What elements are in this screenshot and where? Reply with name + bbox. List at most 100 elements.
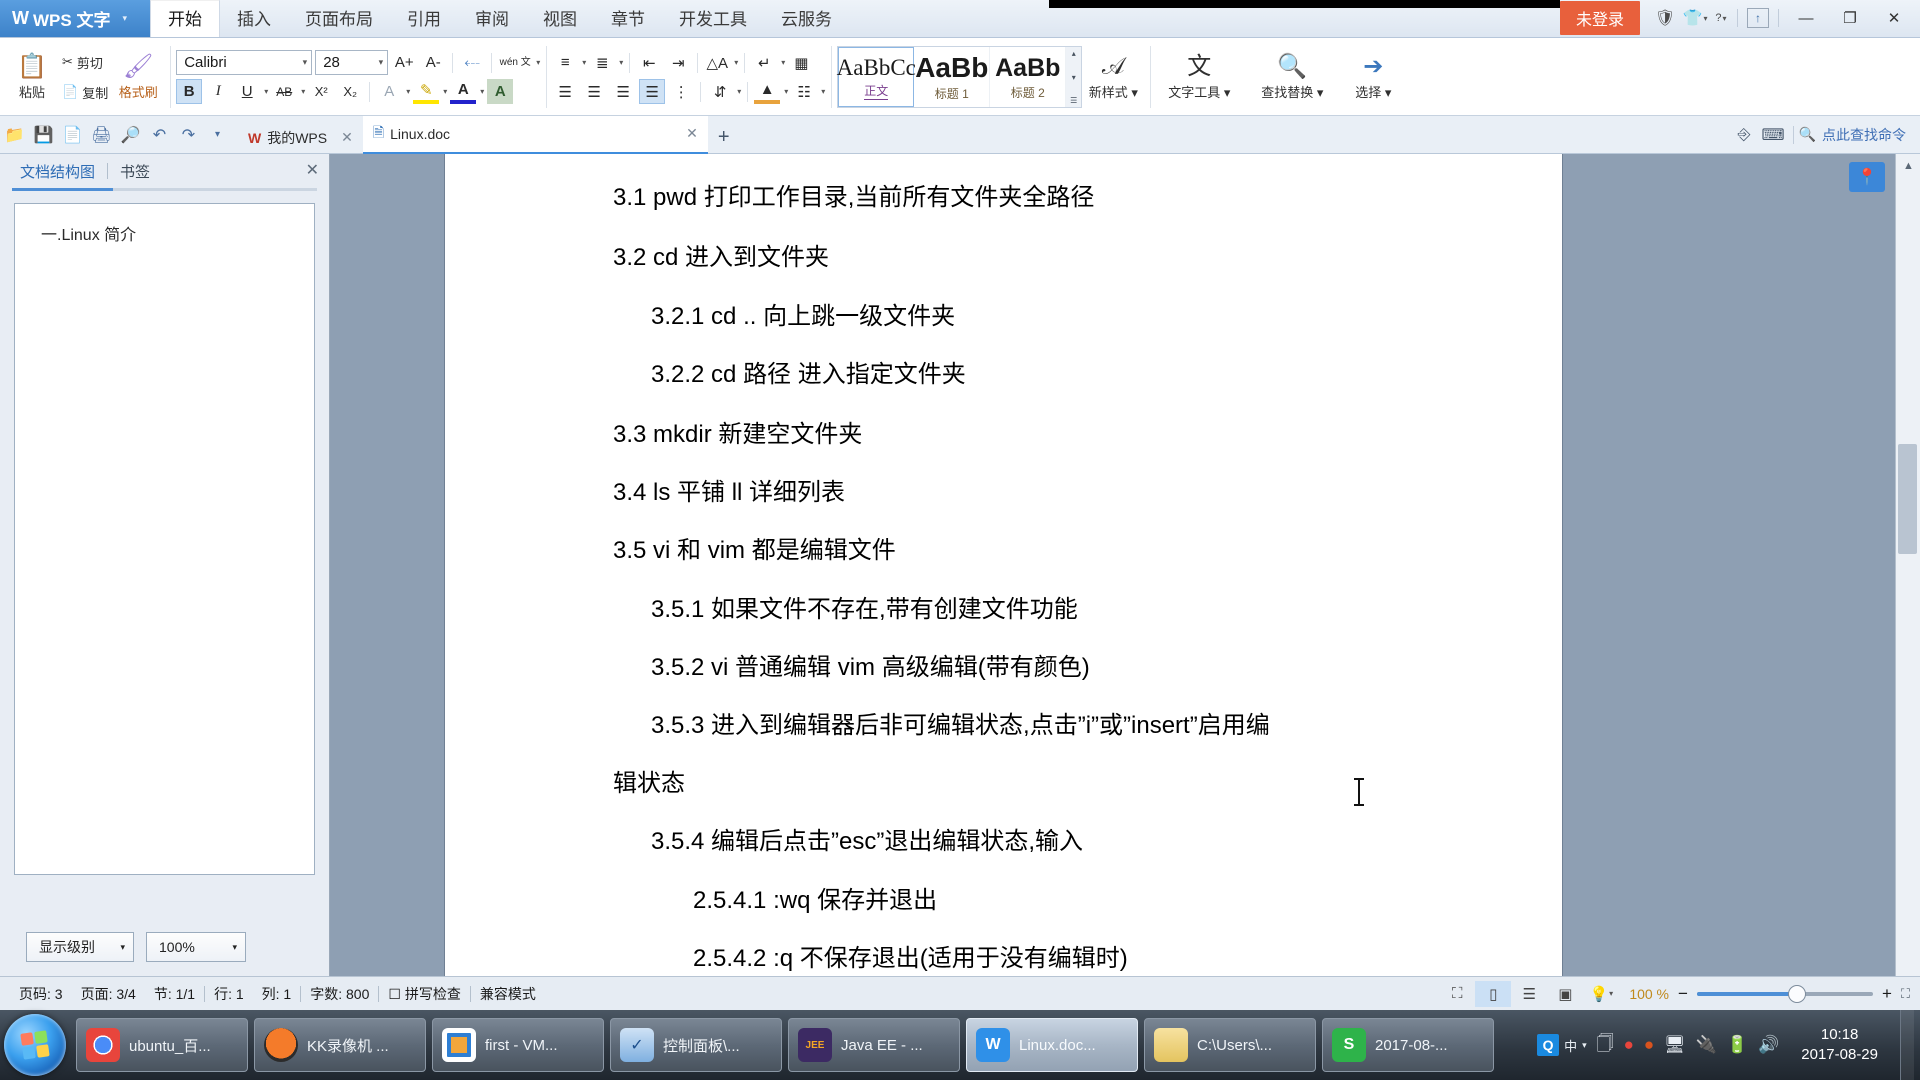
close-icon[interactable]: ✕ [306, 160, 319, 180]
shirt-icon[interactable]: 👕 ▾ [1680, 0, 1710, 37]
volume-icon[interactable]: 🔊 [1758, 1035, 1779, 1055]
zoom-slider-knob[interactable] [1788, 984, 1807, 1003]
new-tab-button[interactable]: + [708, 122, 740, 154]
print-icon[interactable]: 🖨 [87, 116, 116, 154]
char-shading-button[interactable]: A [487, 79, 514, 104]
close-icon[interactable]: ✕ [341, 129, 353, 146]
italic-button[interactable]: I [205, 79, 231, 104]
web-view-icon[interactable]: ▣ [1547, 981, 1583, 1007]
upload-icon[interactable]: ↑ [1743, 0, 1773, 37]
font-size-combo[interactable]: 28 ▾ [315, 50, 389, 75]
qq-icon[interactable]: ● [1624, 1035, 1634, 1055]
fit-page-icon[interactable]: ⛶ [1901, 986, 1910, 1002]
find-command-box[interactable]: 🔍 点此查找命令 [1799, 125, 1920, 145]
align-right-icon[interactable]: ☰ [610, 79, 636, 104]
chevron-down-icon[interactable]: ▾ [480, 87, 484, 96]
align-center-icon[interactable]: ☰ [581, 79, 607, 104]
align-left-icon[interactable]: ☰ [552, 79, 578, 104]
taskbar-item-explorer[interactable]: C:\Users\... [1144, 1018, 1316, 1072]
copy-button[interactable]: 📄 复制 [58, 79, 112, 105]
outline-view-icon[interactable]: ☰ [1511, 981, 1547, 1007]
clock[interactable]: 10:18 2017-08-29 [1789, 1025, 1890, 1066]
scroll-down-icon[interactable]: ▾ [1072, 73, 1076, 82]
app-switch-icon[interactable]: 🗍 [1597, 1031, 1614, 1060]
chevron-down-icon[interactable]: ▾ [1582, 1040, 1587, 1051]
chevron-down-icon[interactable]: ▾ [781, 58, 785, 67]
ime-indicator[interactable]: Q 中 ▾ [1537, 1034, 1587, 1056]
paste-button[interactable]: 📋 粘贴 [6, 42, 58, 112]
save-icon[interactable]: 💾 [29, 116, 58, 154]
zoom-in-button[interactable]: + [1882, 984, 1892, 1004]
taskbar-item-eclipse[interactable]: JEE Java EE - ... [788, 1018, 960, 1072]
subscript-button[interactable]: X₂ [337, 79, 363, 104]
underline-button[interactable]: U [234, 79, 260, 104]
taskbar-item-vmware[interactable]: first - VM... [432, 1018, 604, 1072]
document-map-list[interactable]: 一.Linux 简介 [14, 203, 315, 875]
menu-tab-view[interactable]: 视图 [526, 3, 594, 37]
chevron-down-icon[interactable]: ▾ [264, 87, 268, 96]
expand-gallery-icon[interactable]: ☰ [1070, 96, 1077, 105]
new-style-button[interactable]: 𝒜 新样式 ▾ [1082, 42, 1144, 112]
start-button[interactable] [4, 1014, 66, 1076]
minimize-button[interactable]: — [1784, 0, 1828, 37]
bullet-list-icon[interactable]: ≡ [552, 50, 578, 75]
menu-tab-start[interactable]: 开始 [150, 0, 220, 37]
taskbar-item-wps-linux-doc[interactable]: W Linux.doc... [966, 1018, 1138, 1072]
style-gallery-scroll[interactable]: ▴ ▾ ☰ [1066, 47, 1082, 107]
chevron-down-icon[interactable]: ▾ [536, 58, 540, 67]
increase-indent-icon[interactable]: ⇥ [665, 50, 691, 75]
grow-font-button[interactable]: A+ [391, 50, 417, 75]
page-view-icon[interactable]: ▯ [1475, 980, 1512, 1007]
status-spellcheck[interactable]: ☐ 拼写检查 [379, 984, 469, 1004]
superscript-button[interactable]: X² [308, 79, 334, 104]
font-family-combo[interactable]: Calibri ▾ [176, 50, 313, 75]
redo-icon[interactable]: ↷ [174, 116, 203, 154]
chevron-down-icon[interactable]: ▾ [737, 87, 741, 96]
menu-tab-page-layout[interactable]: 页面布局 [288, 3, 390, 37]
nav-zoom-dropdown[interactable]: 100% ▾ [146, 932, 246, 962]
sort-icon[interactable]: △A [704, 50, 730, 75]
taskbar-item-control-panel[interactable]: ✓ 控制面板\... [610, 1018, 782, 1072]
cut-button[interactable]: ✂ 剪切 [58, 49, 112, 75]
scroll-thumb[interactable] [1898, 444, 1917, 554]
chevron-down-icon[interactable]: ▾ [821, 87, 825, 96]
scroll-up-icon[interactable]: ▴ [1072, 49, 1076, 58]
reading-view-icon[interactable]: 💡 ▾ [1583, 981, 1619, 1007]
network-screen-icon[interactable]: 🖥 [1664, 1035, 1686, 1055]
location-pin-icon[interactable]: 📍 [1849, 162, 1885, 192]
chevron-down-icon[interactable]: ▾ [301, 87, 305, 96]
restore-button[interactable]: ❐ [1828, 0, 1872, 37]
shield-icon[interactable]: 🛡 [1650, 0, 1680, 37]
shading-icon[interactable]: ▲ [754, 79, 781, 104]
status-word-count[interactable]: 字数: 800 [301, 984, 378, 1004]
char-border-button[interactable]: A [376, 79, 402, 104]
nav-tab-document-map[interactable]: 文档结构图 [12, 161, 103, 182]
clear-format-icon[interactable]: ⤎ [459, 50, 485, 75]
text-tools-button[interactable]: 文 文字工具 ▾ [1156, 42, 1242, 112]
touch-mode-icon[interactable]: ⎆ [1730, 116, 1759, 154]
app-logo-badge[interactable]: W WPS 文字 ▾ [0, 0, 150, 37]
chevron-down-icon[interactable]: ▾ [406, 87, 410, 96]
taskbar-item-chrome[interactable]: ubuntu_百... [76, 1018, 248, 1072]
menu-tab-section[interactable]: 章节 [594, 3, 662, 37]
taskbar-item-sogou[interactable]: S 2017-08-... [1322, 1018, 1494, 1072]
close-icon[interactable]: ✕ [686, 125, 698, 142]
show-desktop-button[interactable] [1900, 1010, 1914, 1080]
document-map-item[interactable]: 一.Linux 简介 [15, 216, 314, 250]
menu-tab-insert[interactable]: 插入 [220, 3, 288, 37]
usb-icon[interactable]: 🔌 [1696, 1035, 1717, 1055]
taskbar-item-kk-recorder[interactable]: KK录像机 ... [254, 1018, 426, 1072]
paragraph-marks-icon[interactable]: ↵ [751, 50, 777, 75]
align-distributed-icon[interactable]: ⋮ [668, 79, 694, 104]
borders-icon[interactable]: ▦ [788, 50, 814, 75]
close-button[interactable]: ✕ [1872, 0, 1916, 37]
shrink-font-button[interactable]: A- [420, 50, 446, 75]
find-replace-button[interactable]: 🔍 查找替换 ▾ [1242, 42, 1342, 112]
chevron-down-icon[interactable]: ▾ [784, 87, 788, 96]
bold-button[interactable]: B [176, 79, 203, 104]
zoom-percent-label[interactable]: 100 % [1629, 986, 1669, 1002]
chevron-down-icon[interactable]: ▾ [734, 58, 738, 67]
full-screen-icon[interactable]: ⛶ [1439, 981, 1475, 1007]
line-spacing-icon[interactable]: ⇵ [707, 79, 733, 104]
decrease-indent-icon[interactable]: ⇤ [636, 50, 662, 75]
